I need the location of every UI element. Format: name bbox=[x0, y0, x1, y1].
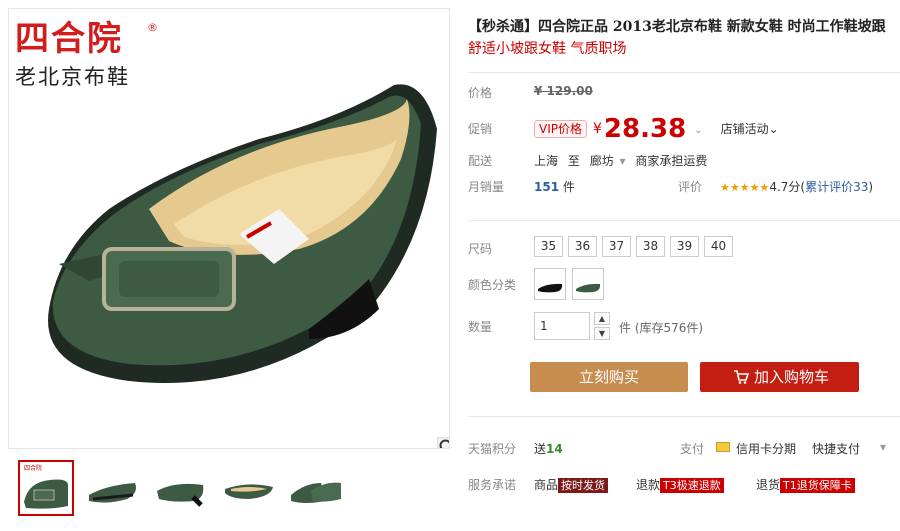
cart-icon bbox=[734, 370, 749, 384]
on-time-shipping-badge: 按时发货 bbox=[558, 478, 609, 493]
return-guarantee-badge: T1退货保障卡 bbox=[780, 478, 855, 493]
thumbnail-1[interactable]: 四合院 bbox=[18, 460, 74, 516]
sales-label: 月销量 bbox=[468, 180, 505, 194]
monthly-sales-count: 151 bbox=[534, 180, 560, 194]
delivery-destination-select[interactable]: 廊坊 bbox=[590, 154, 614, 168]
magnifier-icon bbox=[439, 439, 449, 448]
payment-dropdown-icon[interactable]: ▾ bbox=[880, 440, 886, 454]
thumbnail-image: 四合院 bbox=[20, 462, 72, 509]
stock-info: 件 (库存576件) bbox=[619, 321, 704, 335]
service-item-prefix: 退货 bbox=[756, 478, 781, 492]
price-label: 价格 bbox=[468, 86, 493, 100]
thumbnail-2[interactable] bbox=[86, 460, 142, 516]
product-title: 【秒杀通】四合院正品 2013老北京布鞋 新款女鞋 时尚工作鞋坡跟 bbox=[468, 19, 886, 35]
size-option[interactable]: 38 bbox=[636, 236, 665, 257]
size-option[interactable]: 37 bbox=[602, 236, 631, 257]
destination-dropdown-icon[interactable]: ▾ bbox=[620, 154, 626, 168]
credit-card-installment[interactable]: 信用卡分期 bbox=[736, 440, 796, 457]
original-price: ¥ 129.00 bbox=[534, 84, 593, 98]
points-label: 天猫积分 bbox=[468, 442, 517, 456]
quantity-increase-button[interactable]: ▲ bbox=[594, 312, 610, 325]
thumbnail-image bbox=[291, 482, 341, 503]
svg-text:四合院: 四合院 bbox=[24, 464, 42, 472]
size-label: 尺码 bbox=[468, 242, 493, 256]
quantity-label: 数量 bbox=[468, 320, 493, 334]
divider bbox=[468, 72, 900, 73]
quantity-row: 数量 1 ▲ ▼ 件 (库存576件) bbox=[468, 312, 900, 342]
size-row: 尺码 35 36 37 38 39 40 bbox=[468, 236, 900, 260]
rating-label: 评价 bbox=[678, 180, 703, 194]
thumbnail-image bbox=[225, 484, 273, 499]
color-swatch-image bbox=[576, 283, 601, 293]
add-to-cart-label: 加入购物车 bbox=[754, 368, 830, 386]
quick-pay[interactable]: 快捷支付 bbox=[812, 440, 860, 457]
service-label: 服务承诺 bbox=[468, 478, 517, 492]
service-item-shipping[interactable]: 商品 按时发货 bbox=[534, 476, 609, 493]
quantity-decrease-button[interactable]: ▼ bbox=[594, 327, 610, 340]
promo-label: 促销 bbox=[468, 122, 493, 136]
quantity-input[interactable]: 1 bbox=[534, 312, 590, 340]
color-label: 颜色分类 bbox=[468, 278, 517, 292]
color-option-black[interactable] bbox=[534, 268, 566, 300]
add-to-cart-button[interactable]: 加入购物车 bbox=[700, 362, 859, 392]
size-option[interactable]: 36 bbox=[568, 236, 597, 257]
thumbnail-4[interactable] bbox=[222, 460, 278, 516]
divider bbox=[468, 220, 900, 221]
points-text: 送 bbox=[534, 442, 547, 456]
size-option[interactable]: 35 bbox=[534, 236, 563, 257]
thumbnail-image bbox=[157, 483, 204, 507]
review-count-link[interactable]: 累计评价33 bbox=[805, 180, 868, 194]
size-option[interactable]: 40 bbox=[704, 236, 733, 257]
color-swatch-image bbox=[538, 283, 563, 293]
product-subtitle: 舒适小坡跟女鞋 气质职场 bbox=[468, 41, 627, 57]
delivery-to-word: 至 bbox=[567, 154, 580, 168]
zoom-button[interactable] bbox=[437, 437, 449, 448]
credit-card-icon bbox=[716, 442, 730, 452]
sales-unit: 件 bbox=[562, 180, 575, 194]
product-title-block: 【秒杀通】四合院正品 2013老北京布鞋 新款女鞋 时尚工作鞋坡跟 舒适小坡跟女… bbox=[468, 16, 900, 60]
price-dropdown-icon[interactable]: ⌄ bbox=[694, 125, 702, 136]
delivery-values: 上海 至 廊坊 ▾ 商家承担运费 bbox=[534, 152, 707, 169]
size-option[interactable]: 39 bbox=[670, 236, 699, 257]
promo-values: VIP价格 ¥28.38 ⌄ 店铺活动⌄ bbox=[534, 114, 779, 144]
currency-symbol: ¥ bbox=[593, 121, 602, 137]
shop-activity-dropdown[interactable]: 店铺活动⌄ bbox=[721, 122, 779, 136]
sales-values: 151 件 bbox=[534, 178, 575, 195]
rating-close: ) bbox=[868, 180, 874, 194]
delivery-from: 上海 bbox=[534, 154, 559, 168]
thumbnail-image bbox=[89, 483, 136, 503]
thumbnail-5[interactable] bbox=[290, 460, 346, 516]
rating-values: ★★★★★4.7分(累计评价33) bbox=[720, 178, 873, 195]
fast-refund-badge: T3极速退款 bbox=[660, 478, 724, 493]
shipping-info: 商家承担运费 bbox=[635, 154, 708, 168]
delivery-label: 配送 bbox=[468, 154, 493, 168]
service-item-prefix: 商品 bbox=[534, 478, 559, 492]
thumbnail-3[interactable] bbox=[154, 460, 210, 516]
service-item-prefix: 退款 bbox=[636, 478, 661, 492]
vip-price-tag: VIP价格 bbox=[534, 120, 587, 138]
service-item-refund[interactable]: 退款 T3极速退款 bbox=[636, 476, 724, 493]
color-row: 颜色分类 bbox=[468, 268, 900, 304]
divider bbox=[468, 416, 900, 417]
service-item-return[interactable]: 退货 T1退货保障卡 bbox=[756, 476, 855, 493]
rating-score: 4.7分( bbox=[769, 180, 806, 194]
main-product-image[interactable]: 四合院 ® 老北京布鞋 bbox=[8, 8, 450, 449]
color-option-green[interactable] bbox=[572, 268, 604, 300]
star-rating: ★★★★★ bbox=[720, 181, 770, 194]
points-value: 14 bbox=[546, 442, 563, 456]
buy-now-button[interactable]: 立刻购买 bbox=[530, 362, 688, 392]
points-values: 送14 bbox=[534, 440, 563, 457]
current-price: 28.38 bbox=[603, 114, 687, 144]
payment-label: 支付 bbox=[680, 442, 705, 456]
thumbnail-strip: 四合院 bbox=[8, 456, 450, 522]
shoe-image bbox=[48, 84, 437, 383]
